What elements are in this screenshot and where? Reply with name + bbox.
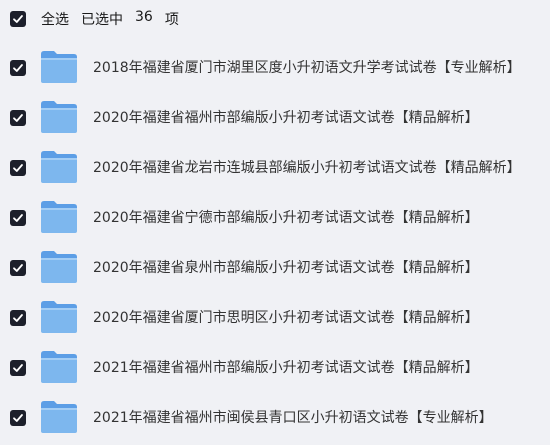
file-list: 2018年福建省厦门市湖里区度小升初语文升学考试试卷【专业解析】 2020年福建…: [0, 43, 550, 443]
selected-prefix: 已选中: [81, 12, 123, 28]
file-title[interactable]: 2020年福建省泉州市部编版小升初考试语文试卷【精品解析】: [93, 258, 479, 278]
folder-icon: [40, 150, 78, 184]
file-title[interactable]: 2020年福建省宁德市部编版小升初考试语文试卷【精品解析】: [93, 208, 479, 228]
list-item[interactable]: 2020年福建省龙岩市连城县部编版小升初考试语文试卷【精品解析】: [0, 143, 550, 193]
list-item[interactable]: 2020年福建省厦门市思明区小升初考试语文试卷【精品解析】: [0, 293, 550, 343]
item-checkbox[interactable]: [10, 160, 26, 176]
check-icon: [13, 414, 23, 422]
select-all-checkbox[interactable]: [10, 11, 26, 27]
check-icon: [13, 114, 23, 122]
selected-suffix: 项: [164, 12, 179, 28]
selection-summary: 全选 已选中 36 项: [41, 9, 179, 29]
file-title[interactable]: 2020年福建省福州市部编版小升初考试语文试卷【精品解析】: [93, 108, 479, 128]
check-icon: [13, 314, 23, 322]
check-icon: [13, 64, 23, 72]
item-checkbox[interactable]: [10, 260, 26, 276]
item-checkbox[interactable]: [10, 210, 26, 226]
item-checkbox[interactable]: [10, 360, 26, 376]
list-item[interactable]: 2021年福建省福州市部编版小升初考试语文试卷【精品解析】: [0, 343, 550, 393]
list-item[interactable]: 2020年福建省泉州市部编版小升初考试语文试卷【精品解析】: [0, 243, 550, 293]
file-title[interactable]: 2020年福建省龙岩市连城县部编版小升初考试语文试卷【精品解析】: [93, 158, 521, 178]
folder-icon: [40, 300, 78, 334]
folder-icon: [40, 350, 78, 384]
select-all-label[interactable]: 全选: [41, 9, 69, 29]
file-title[interactable]: 2018年福建省厦门市湖里区度小升初语文升学考试试卷【专业解析】: [93, 58, 521, 78]
item-checkbox[interactable]: [10, 60, 26, 76]
folder-icon: [40, 100, 78, 134]
file-title[interactable]: 2021年福建省福州市部编版小升初考试语文试卷【精品解析】: [93, 358, 479, 378]
item-checkbox[interactable]: [10, 410, 26, 426]
file-title[interactable]: 2021年福建省福州市闽侯县青口区小升初语文试卷【专业解析】: [93, 408, 493, 428]
item-checkbox[interactable]: [10, 310, 26, 326]
folder-icon: [40, 50, 78, 84]
folder-icon: [40, 250, 78, 284]
check-icon: [13, 214, 23, 222]
selected-count: 36: [135, 9, 153, 25]
check-icon: [13, 164, 23, 172]
item-checkbox[interactable]: [10, 110, 26, 126]
folder-icon: [40, 200, 78, 234]
list-item[interactable]: 2021年福建省福州市闽侯县青口区小升初语文试卷【专业解析】: [0, 393, 550, 443]
list-item[interactable]: 2020年福建省宁德市部编版小升初考试语文试卷【精品解析】: [0, 193, 550, 243]
selection-header: 全选 已选中 36 项: [10, 9, 179, 29]
folder-icon: [40, 400, 78, 434]
check-icon: [13, 264, 23, 272]
list-item[interactable]: 2018年福建省厦门市湖里区度小升初语文升学考试试卷【专业解析】: [0, 43, 550, 93]
file-title[interactable]: 2020年福建省厦门市思明区小升初考试语文试卷【精品解析】: [93, 308, 479, 328]
check-icon: [13, 15, 23, 23]
list-item[interactable]: 2020年福建省福州市部编版小升初考试语文试卷【精品解析】: [0, 93, 550, 143]
check-icon: [13, 364, 23, 372]
